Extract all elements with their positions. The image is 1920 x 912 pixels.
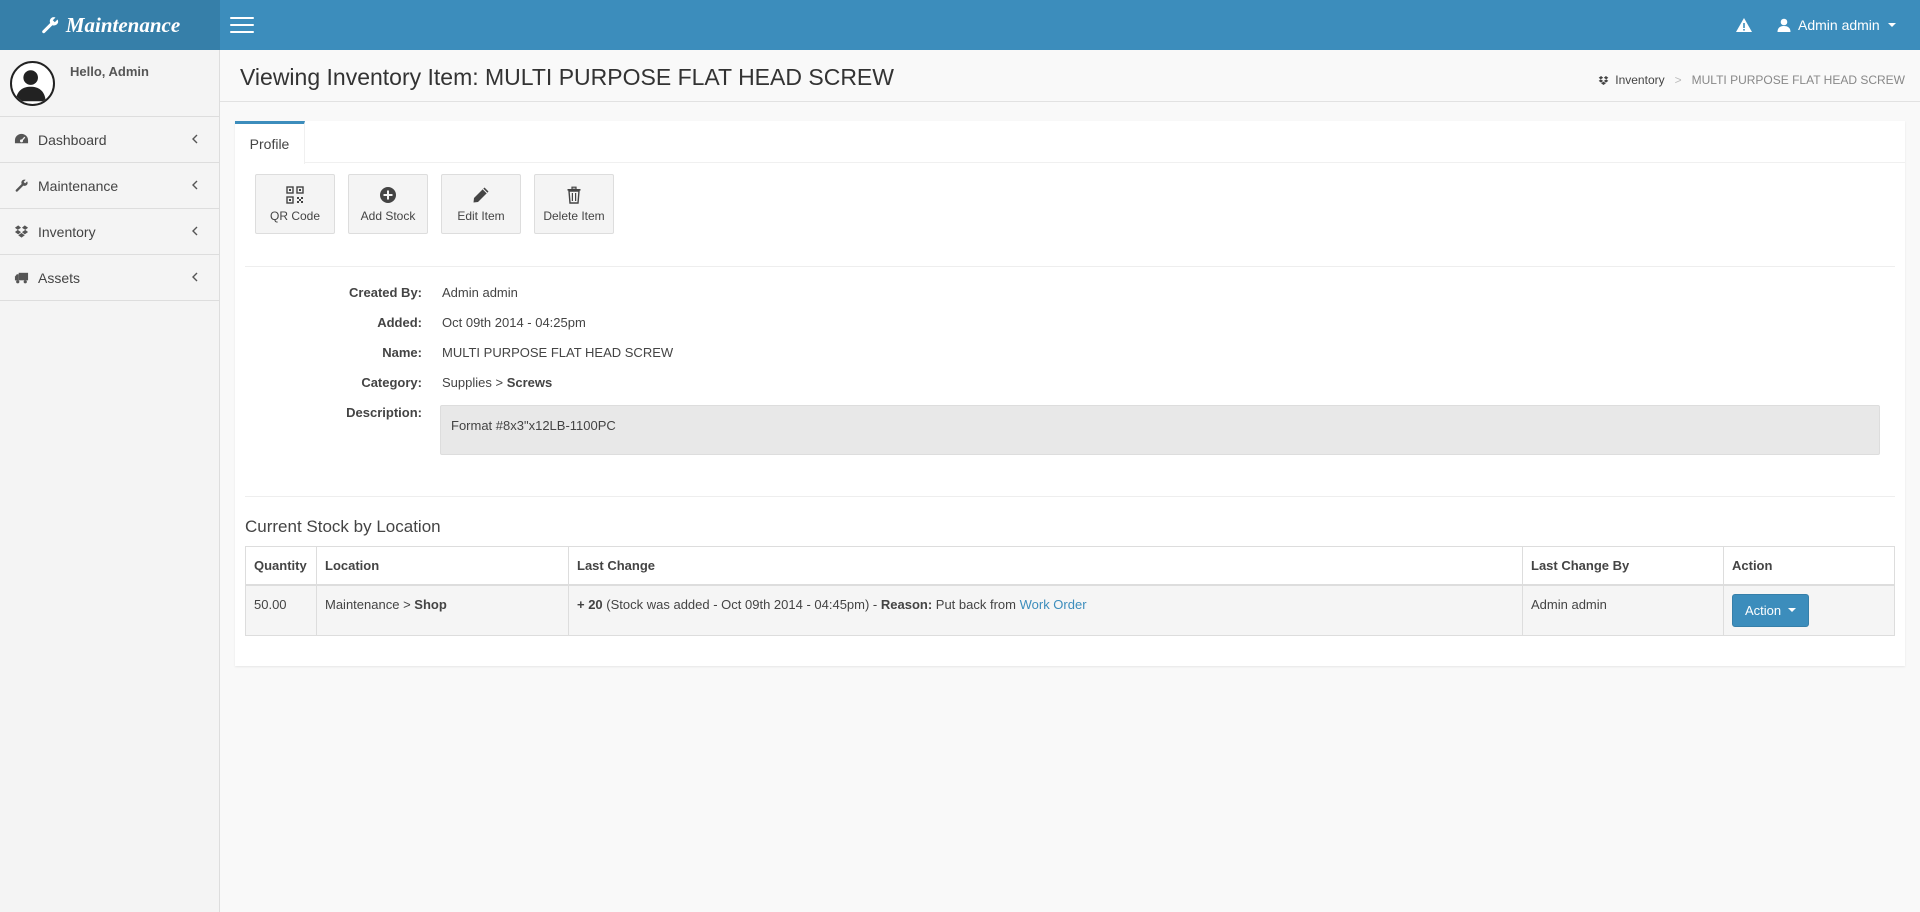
quantity-cell: 50.00 bbox=[245, 584, 317, 636]
add-stock-button[interactable]: Add Stock bbox=[348, 174, 428, 234]
main-content: Viewing Inventory Item: MULTI PURPOSE FL… bbox=[220, 50, 1920, 912]
brand-logo[interactable]: Maintenance bbox=[0, 0, 220, 50]
pencil-icon bbox=[473, 187, 489, 202]
reason-text: Put back from bbox=[932, 596, 1020, 612]
sidebar: Hello, Admin Dashboard Maintenance Inven… bbox=[0, 50, 220, 912]
work-order-link[interactable]: Work Order bbox=[1020, 597, 1087, 612]
sidebar-item-label: Inventory bbox=[38, 223, 96, 240]
divider bbox=[245, 266, 1895, 267]
breadcrumb-separator: > bbox=[1674, 73, 1682, 87]
item-panel: Profile QR Code Add Stock Edit Item Dele… bbox=[235, 121, 1905, 666]
reason-label: Reason: bbox=[880, 596, 933, 612]
top-navbar: Maintenance Admin admin bbox=[0, 0, 1920, 50]
sidebar-item-dashboard[interactable]: Dashboard bbox=[0, 117, 219, 163]
last-change-by-cell: Admin admin bbox=[1522, 584, 1724, 636]
user-icon bbox=[1777, 18, 1791, 32]
category-label: Category: bbox=[361, 375, 422, 390]
column-header-action: Action bbox=[1723, 546, 1895, 586]
user-silhouette-icon bbox=[15, 70, 46, 102]
breadcrumb-inventory-link[interactable]: Inventory bbox=[1615, 73, 1664, 87]
added-label: Added: bbox=[377, 315, 422, 330]
table-header-row: Quantity Location Last Change Last Chang… bbox=[245, 546, 1895, 586]
sidebar-item-label: Dashboard bbox=[38, 131, 107, 148]
greeting: Hello, Admin bbox=[70, 64, 149, 79]
item-toolbar: QR Code Add Stock Edit Item Delete Item bbox=[255, 174, 614, 234]
category-child: Screws bbox=[506, 375, 553, 390]
description-value: Format #8x3"x12LB-1100PC bbox=[440, 405, 1880, 455]
sidebar-item-maintenance[interactable]: Maintenance bbox=[0, 163, 219, 209]
sidebar-item-assets[interactable]: Assets bbox=[0, 255, 219, 301]
breadcrumb: Inventory > MULTI PURPOSE FLAT HEAD SCRE… bbox=[1598, 73, 1905, 87]
stock-table: Quantity Location Last Change Last Chang… bbox=[245, 546, 1895, 636]
category-parent: Supplies bbox=[442, 375, 492, 390]
dropbox-icon bbox=[1598, 75, 1609, 85]
column-header-last-change: Last Change bbox=[568, 546, 1523, 586]
category-separator: > bbox=[491, 375, 507, 390]
trash-icon bbox=[567, 186, 581, 204]
column-header-quantity: Quantity bbox=[245, 546, 317, 586]
dashboard-icon bbox=[14, 133, 29, 144]
chevron-left-icon bbox=[192, 226, 198, 236]
avatar bbox=[10, 61, 55, 106]
added-value: Oct 09th 2014 - 04:25pm bbox=[442, 315, 586, 330]
qrcode-icon bbox=[286, 185, 304, 204]
page-title: Viewing Inventory Item: MULTI PURPOSE FL… bbox=[240, 64, 894, 90]
column-header-location: Location bbox=[316, 546, 569, 586]
location-parent: Maintenance bbox=[325, 596, 400, 612]
created-by-label: Created By: bbox=[349, 285, 422, 300]
tab-profile[interactable]: Profile bbox=[235, 121, 305, 164]
change-text: (Stock was added - Oct 09th 2014 - 04:45… bbox=[602, 596, 881, 612]
sidebar-item-inventory[interactable]: Inventory bbox=[0, 209, 219, 255]
qr-code-button[interactable]: QR Code bbox=[255, 174, 335, 234]
action-dropdown-button[interactable]: Action bbox=[1732, 593, 1810, 627]
tab-bar: Profile bbox=[235, 121, 1905, 164]
add-stock-label: Add Stock bbox=[360, 208, 416, 223]
sidebar-toggle-button[interactable] bbox=[230, 14, 254, 36]
user-menu[interactable]: Admin admin bbox=[1776, 0, 1896, 50]
truck-icon bbox=[14, 272, 29, 284]
stock-section-title: Current Stock by Location bbox=[245, 517, 441, 536]
change-amount: + 20 bbox=[577, 596, 603, 612]
name-value: MULTI PURPOSE FLAT HEAD SCREW bbox=[442, 345, 674, 360]
delete-item-label: Delete Item bbox=[543, 208, 605, 223]
warning-icon[interactable] bbox=[1734, 15, 1754, 35]
sidebar-item-label: Maintenance bbox=[38, 177, 119, 194]
wrench-icon bbox=[41, 17, 58, 34]
chevron-left-icon bbox=[192, 272, 198, 282]
edit-item-button[interactable]: Edit Item bbox=[441, 174, 521, 234]
plus-circle-icon bbox=[380, 186, 396, 203]
page-header: Viewing Inventory Item: MULTI PURPOSE FL… bbox=[220, 50, 1920, 102]
column-header-last-change-by: Last Change By bbox=[1522, 546, 1724, 586]
created-by-value: Admin admin bbox=[442, 285, 518, 300]
divider bbox=[245, 496, 1895, 497]
chevron-down-icon bbox=[1887, 23, 1896, 27]
description-label: Description: bbox=[346, 405, 422, 420]
user-panel: Hello, Admin bbox=[0, 50, 219, 117]
category-value: Supplies > Screws bbox=[442, 373, 552, 390]
delete-item-button[interactable]: Delete Item bbox=[534, 174, 614, 234]
location-cell: Maintenance > Shop bbox=[316, 584, 569, 636]
breadcrumb-current: MULTI PURPOSE FLAT HEAD SCREW bbox=[1691, 73, 1905, 87]
action-cell: Action bbox=[1723, 584, 1895, 636]
location-child: Shop bbox=[414, 596, 447, 612]
user-menu-label: Admin admin bbox=[1798, 17, 1880, 33]
table-row: 50.00 Maintenance > Shop + 20 (Stock was… bbox=[245, 584, 1895, 636]
edit-item-label: Edit Item bbox=[457, 208, 505, 223]
location-separator: > bbox=[399, 596, 415, 612]
action-button-label: Action bbox=[1745, 602, 1782, 618]
chevron-down-icon bbox=[1788, 608, 1797, 612]
name-label: Name: bbox=[382, 345, 422, 360]
last-change-cell: + 20 (Stock was added - Oct 09th 2014 - … bbox=[568, 584, 1523, 636]
chevron-left-icon bbox=[192, 180, 198, 190]
qr-code-label: QR Code bbox=[269, 208, 321, 223]
dropbox-icon bbox=[14, 225, 29, 238]
chevron-left-icon bbox=[192, 134, 198, 144]
wrench-icon bbox=[15, 179, 28, 192]
brand-name: Maintenance bbox=[65, 12, 181, 37]
sidebar-item-label: Assets bbox=[38, 269, 81, 286]
